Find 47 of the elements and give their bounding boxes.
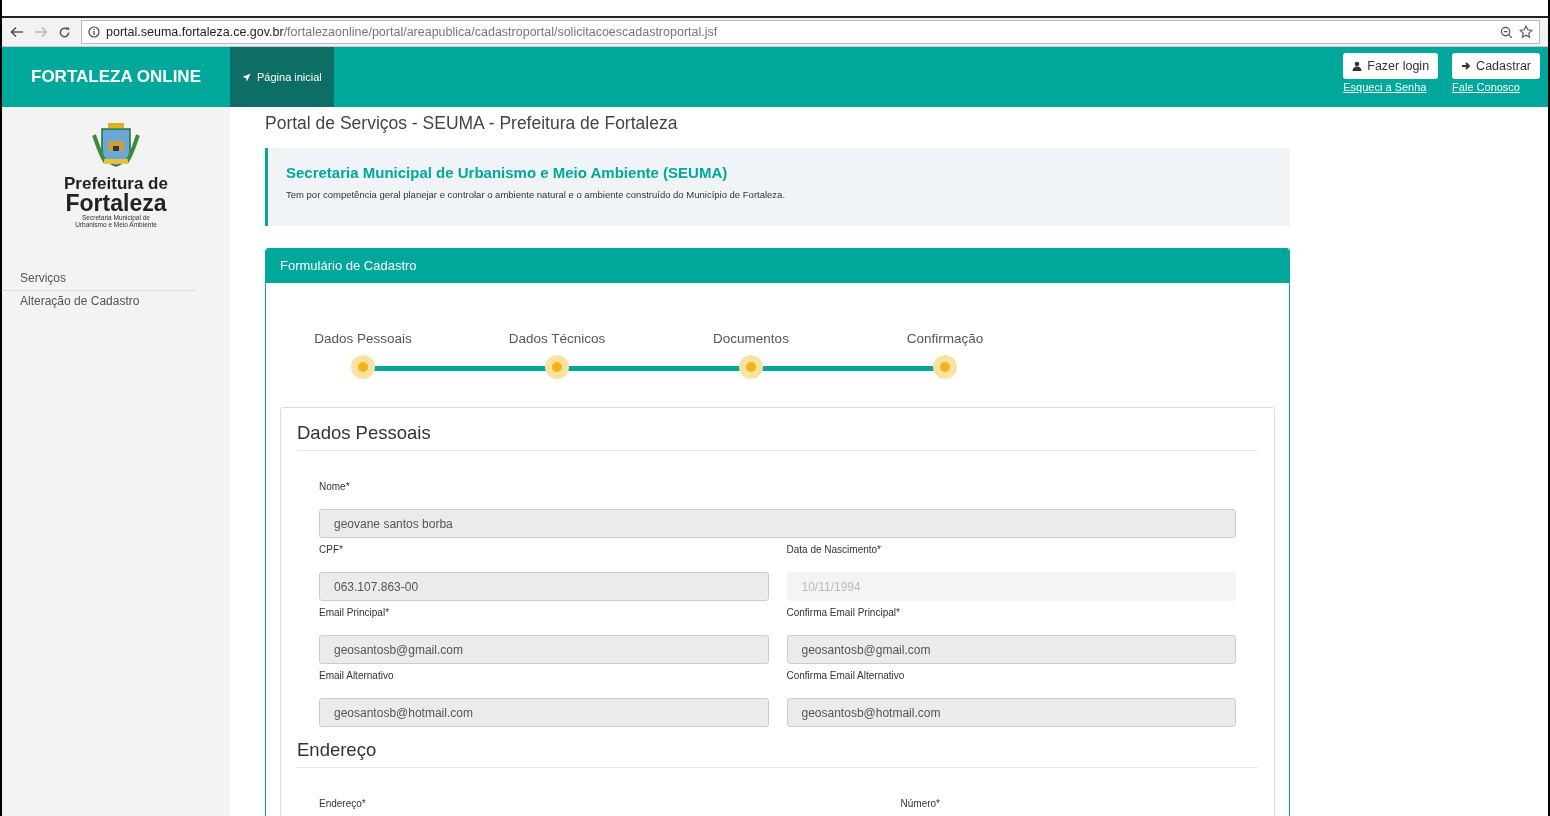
field-label: Número* — [900, 798, 940, 811]
step-dot[interactable] — [739, 355, 763, 379]
info-icon — [88, 26, 100, 38]
intro-title: Secretaria Municipal de Urbanismo e Meio Ambiente (SEUMA) — [286, 164, 729, 181]
field-label: Email Alternativo — [319, 670, 395, 683]
step-label[interactable]: Documentos — [713, 331, 789, 346]
step-label[interactable]: Dados Pessoais — [314, 331, 412, 346]
page-title: Portal de Serviços - SEUMA - Prefeitura de Fortaleza — [265, 113, 679, 134]
logo-text: Prefeitura de — [64, 175, 168, 192]
field-label: CPF* — [319, 544, 344, 557]
nav-button[interactable]: Fazer login — [1343, 53, 1439, 79]
input-field[interactable]: geosantosb@gmail.com — [786, 635, 1236, 664]
user-icon — [1352, 61, 1363, 71]
nav-button[interactable]: Cadastrar — [1452, 53, 1540, 79]
step-label[interactable]: Dados Técnicos — [508, 331, 606, 346]
sidebar-item[interactable]: Alteração de Cadastro — [2, 291, 230, 311]
field-label: Confirma Email Principal* — [786, 607, 901, 620]
field-label: Confirma Email Alternativo — [786, 670, 906, 683]
field-label: Endereço* — [319, 798, 366, 811]
input-field[interactable]: geovane santos borba — [319, 509, 1236, 538]
star-icon[interactable] — [1519, 25, 1533, 39]
back-icon[interactable] — [10, 26, 24, 38]
input-field[interactable]: geosantosb@hotmail.com — [319, 698, 769, 727]
input-field[interactable]: 063.107.863-00 — [319, 572, 769, 601]
arrow-right-icon — [1461, 61, 1472, 71]
input-field[interactable]: geosantosb@hotmail.com — [786, 698, 1236, 727]
location-arrow-icon — [242, 72, 251, 82]
address-bar[interactable]: portal.seuma.fortaleza.ce.gov.br/fortalezaonline/portal/areapublica/cadastroportal/solicitacoescadastroportal.jsf — [81, 20, 1540, 44]
intro-text: Tem por competência geral planejar e controlar o ambiente natural e o ambiente construído do Município de Fortaleza. — [286, 189, 787, 200]
reload-icon[interactable] — [58, 25, 71, 39]
form-header: Formulário de Cadastro — [266, 249, 1289, 283]
nav-tab[interactable]: Página inicial — [230, 47, 334, 107]
field-label: Email Principal* — [319, 607, 391, 620]
step-label[interactable]: Confirmação — [906, 331, 984, 346]
url-text: portal.seuma.fortaleza.ce.gov.br/fortalezaonline/portal/areapublica/cadastroportal/solicitacoescadastroportal.jsf — [106, 25, 719, 39]
forward-icon[interactable] — [34, 26, 48, 38]
section-title: Endereço — [297, 739, 1258, 768]
step-dot[interactable] — [545, 355, 569, 379]
logo-text: Fortaleza — [65, 192, 167, 214]
step-dot[interactable] — [933, 355, 957, 379]
input-field[interactable]: geosantosb@gmail.com — [319, 635, 769, 664]
section-title: Dados Pessoais — [297, 422, 1258, 451]
field-label: Data de Nascimento* — [786, 544, 882, 557]
sidebar-item[interactable]: Serviços — [2, 266, 196, 291]
step-dot[interactable] — [351, 355, 375, 379]
zoom-out-icon[interactable] — [1500, 25, 1513, 39]
field-label: Nome* — [319, 481, 351, 494]
